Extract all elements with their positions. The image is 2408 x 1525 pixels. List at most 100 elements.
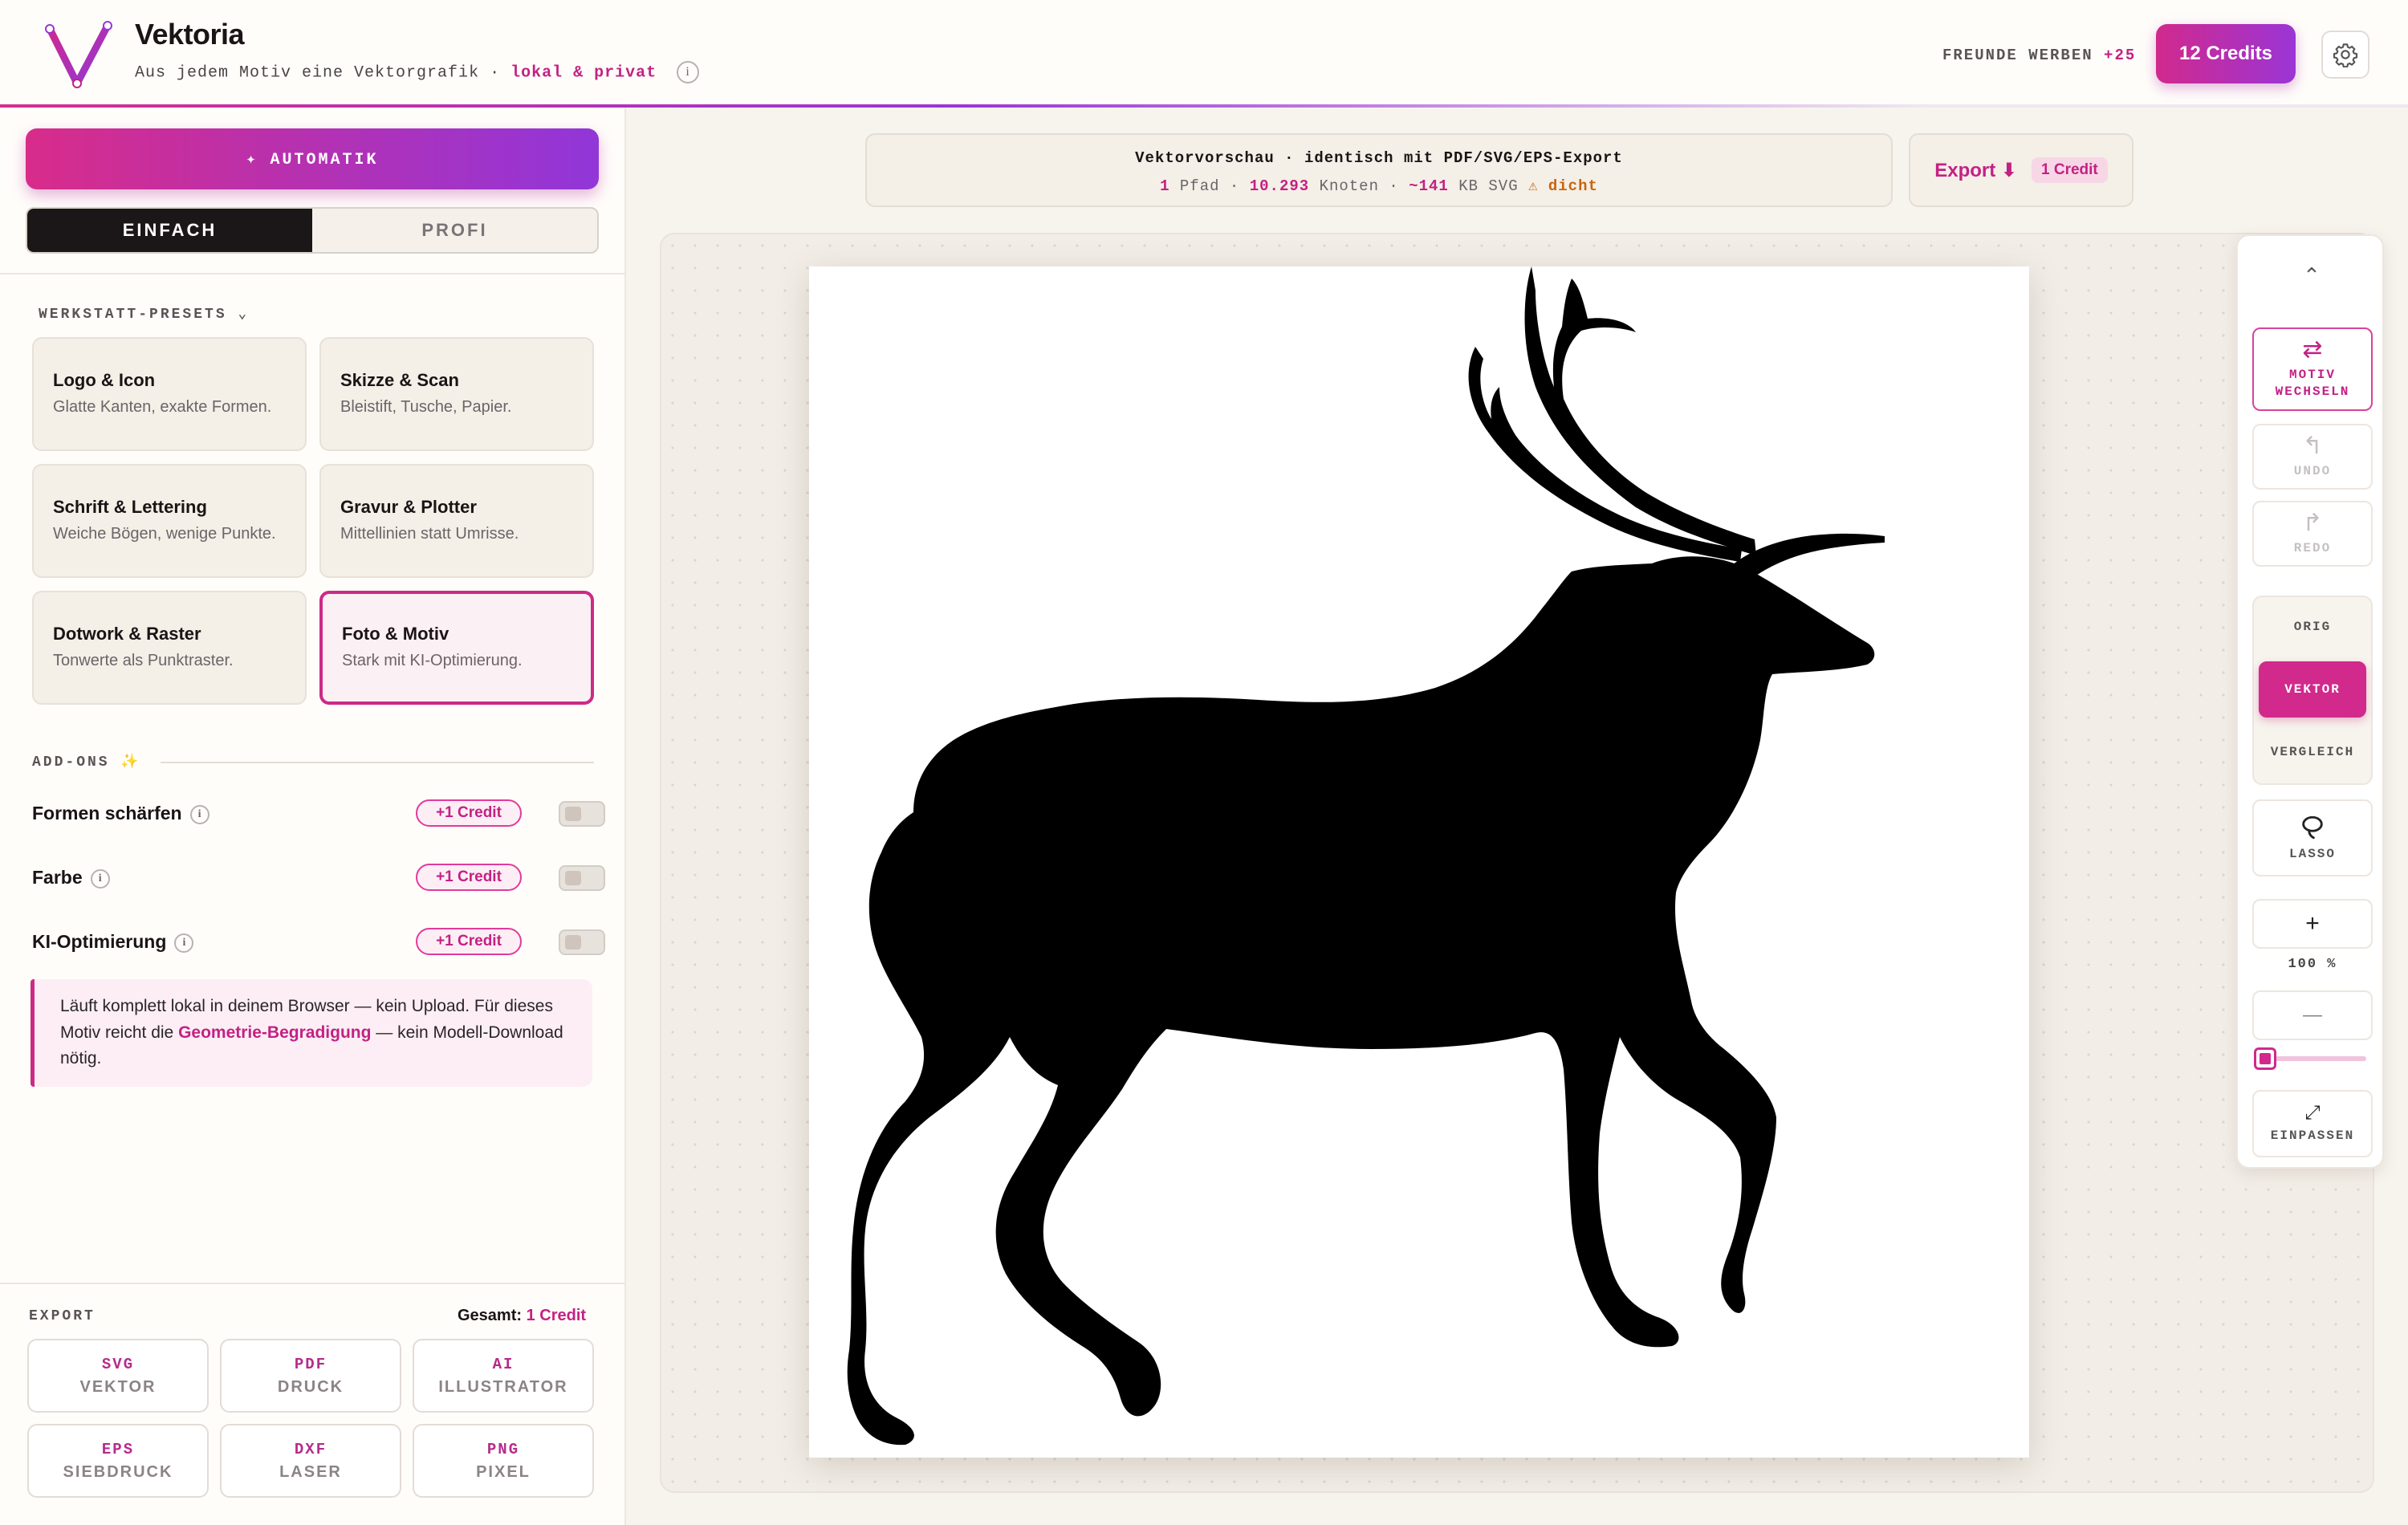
addon-toggle[interactable] — [559, 801, 605, 827]
tool-panel: ⌃ ⇄ MOTIV WECHSELN ↰ UNDO ↱ REDO ORIG VE… — [2236, 234, 2384, 1169]
addon-formen-schaerfen: Formen schärfen i +1 Credit — [32, 798, 605, 830]
preset-desc: Bleistift, Tusche, Papier. — [340, 397, 512, 416]
redo-icon: ↱ — [2302, 509, 2323, 536]
addon-toggle[interactable] — [559, 929, 605, 955]
tool-label: LASSO — [2288, 846, 2336, 861]
geometrie-link[interactable]: Geometrie-Begradigung — [178, 1023, 371, 1042]
tool-label: MOTIV WECHSELN — [2275, 368, 2350, 399]
automatik-button[interactable]: ✦ AUTOMATIK — [26, 128, 599, 189]
info-icon[interactable]: i — [189, 804, 209, 824]
addon-toggle[interactable] — [559, 865, 605, 891]
preset-dotwork-raster[interactable]: Dotwork & Raster Tonwerte als Punktraste… — [32, 591, 307, 705]
preset-skizze-scan[interactable]: Skizze & Scan Bleistift, Tusche, Papier. — [319, 337, 594, 451]
preset-gravur-plotter[interactable]: Gravur & Plotter Mittellinien statt Umri… — [319, 464, 594, 578]
plus-icon: + — [2305, 910, 2320, 937]
zoom-slider[interactable] — [2254, 1047, 2366, 1070]
preset-desc: Weiche Bögen, wenige Punkte. — [53, 524, 276, 543]
motiv-wechseln-button[interactable]: ⇄ MOTIV WECHSELN — [2252, 327, 2373, 411]
preset-foto-motiv[interactable]: Foto & Motiv Stark mit KI-Optimierung. — [319, 591, 594, 705]
preset-title: Logo & Icon — [53, 369, 156, 390]
subtitle-accent: lokal & privat — [510, 63, 657, 83]
info-icon[interactable]: i — [90, 868, 110, 889]
presets-dropdown[interactable]: WERKSTATT-PRESETS ⌄ — [39, 305, 249, 323]
mode-toggle: EINFACH PROFI — [26, 207, 599, 254]
artboard[interactable] — [809, 266, 2029, 1458]
divider — [0, 1283, 624, 1284]
sidebar: ✦ AUTOMATIK EINFACH PROFI WERKSTATT-PRES… — [0, 108, 626, 1525]
mode-profi[interactable]: PROFI — [312, 209, 597, 252]
addon-name: Farbe i — [32, 867, 110, 889]
preview-title: Vektorvorschau · identisch mit PDF/SVG/E… — [1135, 149, 1623, 167]
undo-icon: ↰ — [2302, 432, 2323, 459]
preset-logo-icon[interactable]: Logo & Icon Glatte Kanten, exakte Formen… — [32, 337, 307, 451]
preset-desc: Tonwerte als Punktraster. — [53, 651, 234, 669]
fit-icon: ⤢ — [2304, 1101, 2321, 1124]
zoom-slider-thumb[interactable] — [2254, 1047, 2276, 1070]
subtitle-text: Aus jedem Motiv eine Vektorgrafik · — [135, 63, 501, 83]
addon-name: KI-Optimierung i — [32, 931, 194, 953]
view-vergleich-button[interactable]: VERGLEICH — [2252, 724, 2373, 780]
export-button-label: Export ⬇ — [1934, 159, 2018, 181]
tool-label: EINPASSEN — [2270, 1128, 2355, 1143]
export-format-grid: SVG VEKTOR PDF DRUCK AI ILLUSTRATOR EPS … — [27, 1339, 597, 1498]
view-vektor-button[interactable]: VEKTOR — [2259, 661, 2366, 718]
preset-title: Dotwork & Raster — [53, 623, 201, 644]
settings-button[interactable] — [2321, 31, 2369, 79]
preset-title: Skizze & Scan — [340, 369, 459, 390]
zoom-out-button[interactable]: — — [2252, 990, 2373, 1040]
local-processing-note: Läuft komplett lokal in deinem Browser —… — [31, 979, 592, 1087]
zoom-level: 100 % — [2288, 957, 2337, 972]
referral-link[interactable]: FREUNDE WERBEN +25 — [1942, 47, 2136, 64]
divider — [0, 273, 624, 274]
export-svg-button[interactable]: SVG VEKTOR — [27, 1339, 209, 1413]
deer-silhouette-vector — [847, 266, 1885, 1446]
mode-einfach[interactable]: EINFACH — [27, 209, 312, 252]
preset-title: Gravur & Plotter — [340, 496, 477, 517]
export-total: Gesamt: 1 Credit — [458, 1307, 587, 1324]
export-ai-button[interactable]: AI ILLUSTRATOR — [413, 1339, 594, 1413]
tool-label: UNDO — [2293, 463, 2332, 478]
preset-title: Foto & Motiv — [342, 623, 449, 644]
undo-button[interactable]: ↰ UNDO — [2252, 424, 2373, 490]
gear-icon — [2333, 43, 2358, 67]
export-png-button[interactable]: PNG PIXEL — [413, 1424, 594, 1498]
referral-bonus: +25 — [2104, 47, 2137, 64]
referral-label: FREUNDE WERBEN — [1942, 47, 2093, 64]
info-icon[interactable]: i — [677, 61, 700, 83]
tool-label: REDO — [2293, 540, 2332, 555]
view-orig-button[interactable]: ORIG — [2252, 599, 2373, 655]
export-dxf-button[interactable]: DXF LASER — [220, 1424, 401, 1498]
export-button[interactable]: Export ⬇ 1 Credit — [1909, 133, 2133, 207]
export-cost-badge: 1 Credit — [2032, 157, 2108, 183]
preset-desc: Stark mit KI-Optimierung. — [342, 651, 523, 669]
preset-desc: Mittellinien statt Umrisse. — [340, 524, 519, 543]
app-title: Vektoria — [135, 18, 245, 51]
export-label: EXPORT — [29, 1308, 96, 1324]
density-warning: ⚠ dicht — [1528, 177, 1598, 195]
credits-button[interactable]: 12 Credits — [2156, 24, 2296, 83]
credit-badge: +1 Credit — [416, 864, 522, 891]
addon-farbe: Farbe i +1 Credit — [32, 862, 605, 894]
zoom-in-button[interactable]: + — [2252, 899, 2373, 949]
preset-title: Schrift & Lettering — [53, 496, 207, 517]
addons-divider — [161, 762, 594, 763]
addon-ki-optimierung: KI-Optimierung i +1 Credit — [32, 926, 605, 958]
lasso-icon — [2302, 815, 2323, 839]
app-header: Vektoria Aus jedem Motiv eine Vektorgraf… — [0, 0, 2408, 108]
preview-stats: 1 Pfad · 10.293 Knoten · ~141 KB SVG ⚠ d… — [1160, 177, 1598, 195]
addon-name: Formen schärfen i — [32, 803, 209, 824]
preset-desc: Glatte Kanten, exakte Formen. — [53, 397, 272, 416]
export-pdf-button[interactable]: PDF DRUCK — [220, 1339, 401, 1413]
preset-schrift-lettering[interactable]: Schrift & Lettering Weiche Bögen, wenige… — [32, 464, 307, 578]
minus-icon: — — [2303, 1004, 2322, 1026]
info-icon[interactable]: i — [174, 933, 194, 953]
swap-icon: ⇄ — [2302, 336, 2323, 364]
einpassen-button[interactable]: ⤢ EINPASSEN — [2252, 1090, 2373, 1157]
app-subtitle: Aus jedem Motiv eine Vektorgrafik · loka… — [135, 61, 700, 83]
lasso-button[interactable]: LASSO — [2252, 799, 2373, 876]
export-eps-button[interactable]: EPS SIEBDRUCK — [27, 1424, 209, 1498]
collapse-icon[interactable]: ⌃ — [2238, 263, 2386, 288]
credit-badge: +1 Credit — [416, 928, 522, 955]
vektoria-logo-icon — [45, 21, 112, 88]
redo-button[interactable]: ↱ REDO — [2252, 501, 2373, 567]
